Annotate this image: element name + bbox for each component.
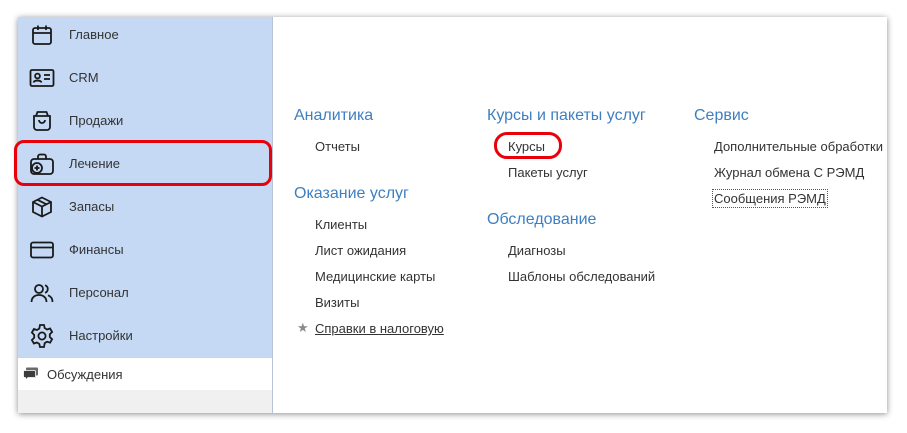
link-additional-processing[interactable]: Дополнительные обработки xyxy=(714,139,883,154)
link-diagnoses[interactable]: Диагнозы xyxy=(508,243,566,258)
sidebar-item-sales[interactable]: Продажи xyxy=(18,99,272,142)
section-title-examination: Обследование xyxy=(487,211,597,228)
app-window: Главное CRM Продажи Лечение Запасы Финан… xyxy=(18,17,887,413)
star-icon[interactable]: ★ xyxy=(297,320,309,336)
gear-icon xyxy=(29,323,55,349)
link-clients[interactable]: Клиенты xyxy=(315,217,367,232)
main-content: Аналитика Отчеты Оказание услуг Клиенты … xyxy=(273,17,887,413)
sidebar-item-treatment[interactable]: Лечение xyxy=(18,142,272,185)
link-remd-messages[interactable]: Сообщения РЭМД xyxy=(712,189,828,208)
section-title-services: Оказание услуг xyxy=(294,185,409,202)
section-title-analytics: Аналитика xyxy=(294,107,374,124)
section-title-service: Сервис xyxy=(694,107,749,124)
id-card-icon xyxy=(29,65,55,91)
sidebar-item-finance[interactable]: Финансы xyxy=(18,228,272,271)
people-icon xyxy=(29,280,55,306)
box-icon xyxy=(29,194,55,220)
discussions-button[interactable]: Обсуждения xyxy=(18,357,272,391)
sidebar-item-main[interactable]: Главное xyxy=(18,17,272,56)
sidebar-item-label: Запасы xyxy=(69,199,115,214)
sidebar-item-label: CRM xyxy=(69,70,99,85)
link-remd-exchange-log[interactable]: Журнал обмена С РЭМД xyxy=(714,165,864,180)
chat-icon xyxy=(23,366,39,382)
link-medical-records[interactable]: Медицинские карты xyxy=(315,269,435,284)
link-reports[interactable]: Отчеты xyxy=(315,139,360,154)
section-title-courses: Курсы и пакеты услуг xyxy=(487,107,646,124)
link-tax-certificates[interactable]: Справки в налоговую xyxy=(315,321,444,336)
sidebar-item-crm[interactable]: CRM xyxy=(18,56,272,99)
link-visits[interactable]: Визиты xyxy=(315,295,359,310)
sidebar-item-stock[interactable]: Запасы xyxy=(18,185,272,228)
link-waiting-list[interactable]: Лист ожидания xyxy=(315,243,406,258)
sidebar-item-label: Финансы xyxy=(69,242,124,257)
sidebar: Главное CRM Продажи Лечение Запасы Финан… xyxy=(18,17,273,413)
link-exam-templates[interactable]: Шаблоны обследований xyxy=(508,269,655,284)
shopping-bag-icon xyxy=(29,108,55,134)
sidebar-item-label: Лечение xyxy=(69,156,121,171)
medical-bag-icon xyxy=(29,151,55,177)
calendar-icon xyxy=(29,22,55,48)
sidebar-item-personnel[interactable]: Персонал xyxy=(18,271,272,314)
sidebar-item-label: Персонал xyxy=(69,285,129,300)
link-service-packages[interactable]: Пакеты услуг xyxy=(508,165,588,180)
sidebar-item-settings[interactable]: Настройки xyxy=(18,314,272,357)
sidebar-item-label: Главное xyxy=(69,27,119,42)
link-courses[interactable]: Курсы xyxy=(508,139,545,154)
sidebar-footer xyxy=(18,390,272,413)
credit-card-icon xyxy=(29,237,55,263)
discussions-label: Обсуждения xyxy=(47,366,123,382)
sidebar-item-label: Продажи xyxy=(69,113,124,128)
sidebar-item-label: Настройки xyxy=(69,328,133,343)
